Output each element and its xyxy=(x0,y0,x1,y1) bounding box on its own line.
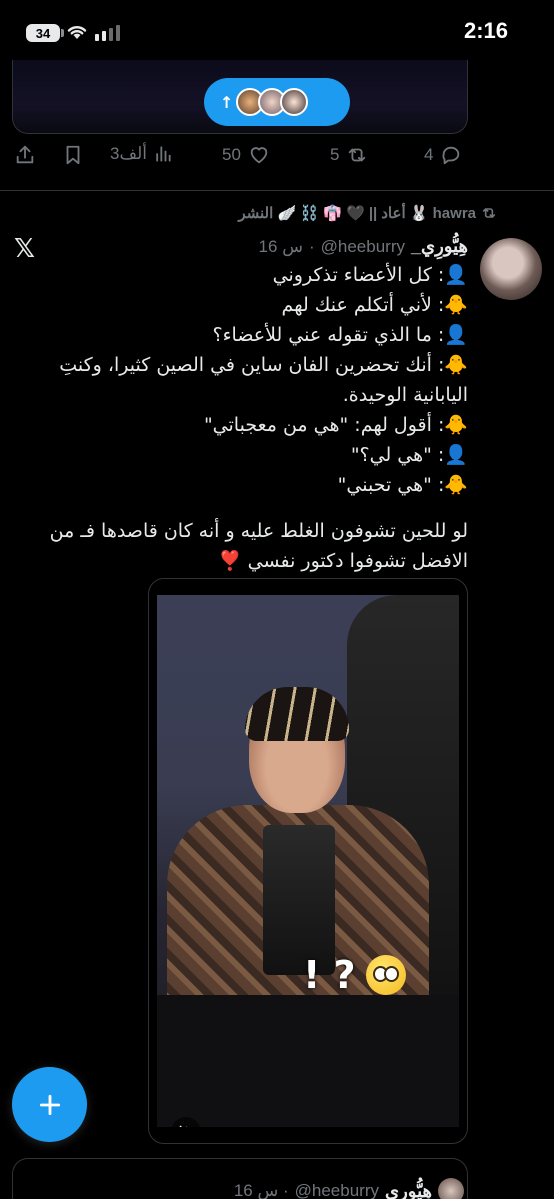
battery-tip xyxy=(61,29,64,37)
table xyxy=(157,995,459,1127)
reply-button[interactable]: 4 xyxy=(424,144,463,166)
repost-icon xyxy=(349,148,366,162)
tweet-action-bar: 3ألف 50 5 4 xyxy=(0,144,480,176)
reply-icon xyxy=(442,146,460,165)
battery-indicator: 34 xyxy=(26,24,60,42)
repost-count: 5 xyxy=(330,145,340,164)
repost-button[interactable]: 5 xyxy=(330,144,369,166)
repost-icon xyxy=(482,208,496,218)
like-icon xyxy=(250,147,268,164)
new-posts-pill[interactable]: ↑ xyxy=(204,78,350,126)
avatar[interactable] xyxy=(480,238,542,300)
handle: @heeburry xyxy=(320,236,405,256)
mute-icon xyxy=(179,1125,188,1127)
timestamp: 16 س xyxy=(258,236,303,256)
views-button[interactable]: 3ألف xyxy=(110,144,173,164)
reposted-by-extra: || 🖤 👘 ⛓️ 🪽 النشر xyxy=(238,205,378,222)
views-count: 3ألف xyxy=(110,144,147,163)
bookmark-icon xyxy=(66,145,80,165)
quoted-timestamp: 16 س · xyxy=(233,1181,289,1199)
compose-icon xyxy=(39,1094,60,1115)
like-button[interactable]: 50 xyxy=(222,144,271,166)
tweet-divider xyxy=(0,190,554,191)
bookmark-button[interactable] xyxy=(62,144,84,166)
quoted-tweet-header: هِيُّوري @heeburry 16 س · xyxy=(234,1178,464,1199)
tweet-line: 👤: كل الأعضاء تذكروني xyxy=(272,264,468,286)
repost-attribution[interactable]: hawra 🐰 أعاد || 🖤 👘 ⛓️ 🪽 النشر xyxy=(238,204,498,222)
tweet-line: 👤: ما الذي تقوله عني للأعضاء؟ xyxy=(212,324,468,346)
person-hair xyxy=(245,687,349,741)
share-icon xyxy=(16,145,34,164)
video-player[interactable]: ! ? xyxy=(148,578,468,1144)
tweet-text: 👤: كل الأعضاء تذكروني 🐥: لأني أتكلم عنك … xyxy=(28,260,468,576)
video-frame[interactable]: ! ? xyxy=(157,595,459,1127)
views-icon xyxy=(156,146,171,162)
quoted-display-name: هِيُّوري xyxy=(384,1180,432,1199)
tweet-line: 🐥: أنك تحضرين الفان ساين في الصين كثيرا،… xyxy=(59,354,468,406)
video-overlay: ! ? xyxy=(303,953,406,997)
like-count: 50 xyxy=(222,145,241,164)
avatar xyxy=(280,88,308,116)
overlay-text: ! ? xyxy=(303,953,356,997)
tweet-closing: لو للحين تشوفون الغلط عليه و أنه كان قاص… xyxy=(49,520,468,572)
share-button[interactable] xyxy=(14,144,36,166)
status-time: 2:16 xyxy=(463,18,508,43)
tweet-line: 🐥: "هي تحبني" xyxy=(337,474,468,496)
tweet-header: هِيُّورِي_ @heeburry · 16 س xyxy=(259,236,468,257)
wifi-icon xyxy=(67,26,87,39)
tweet-line: 🐥: لأني أتكلم عنك لهم xyxy=(281,294,468,316)
reply-count: 4 xyxy=(424,145,434,164)
tweet-line: 🐥: أقول لهم: "هي من معجباتي" xyxy=(203,414,468,436)
avatar xyxy=(438,1178,464,1199)
quoted-handle: @heeburry xyxy=(294,1181,379,1199)
flushed-face-icon xyxy=(365,955,406,995)
dot-separator: · xyxy=(308,236,315,256)
status-bar: 34 2:16 xyxy=(0,0,554,64)
reposted-by: hawra 🐰 أعاد xyxy=(381,205,476,222)
compose-button[interactable] xyxy=(12,1067,87,1142)
display-name[interactable]: هِيُّورِي_ xyxy=(411,236,468,257)
cellular-signal-icon xyxy=(95,25,120,41)
tweet-line: 👤: "هي لي؟" xyxy=(350,444,468,466)
